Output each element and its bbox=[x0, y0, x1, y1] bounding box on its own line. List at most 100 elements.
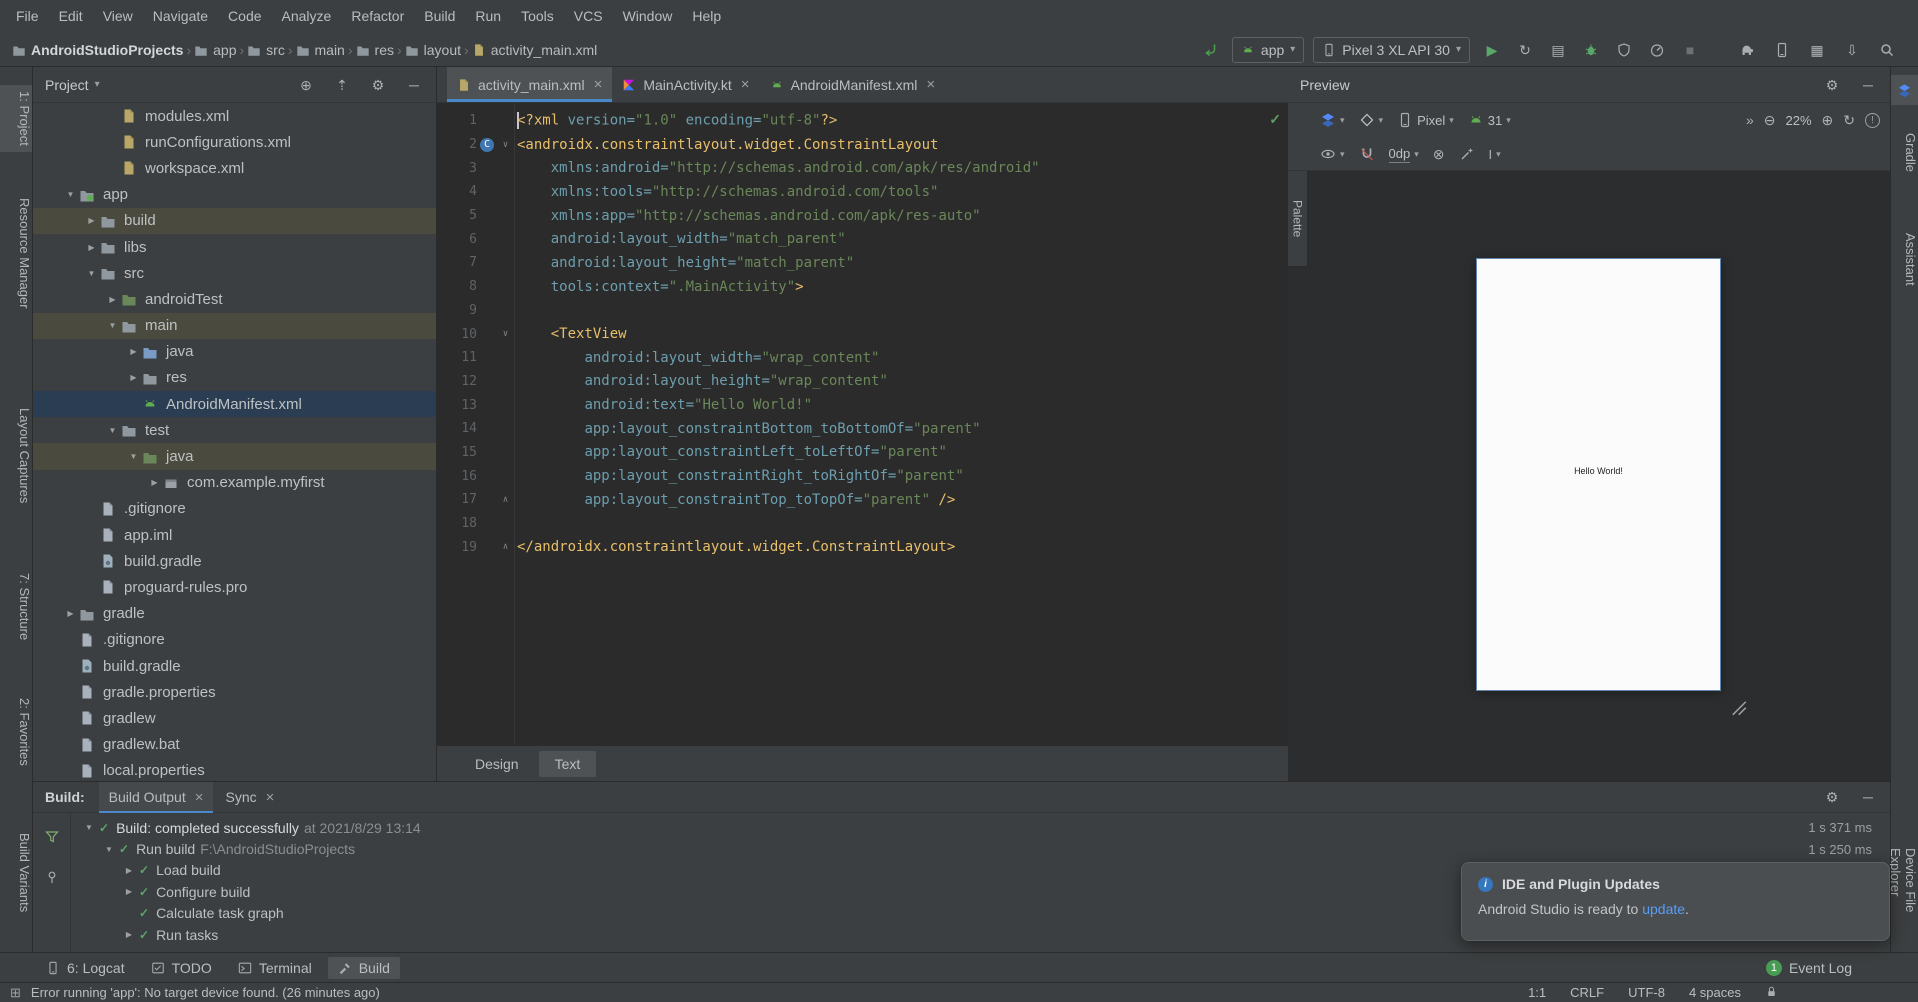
toolwindow-logcat[interactable]: 6: Logcat bbox=[36, 957, 135, 979]
menu-run[interactable]: Run bbox=[465, 0, 511, 33]
tree-item-build.gradle[interactable]: build.gradle bbox=[33, 548, 436, 574]
menu-vcs[interactable]: VCS bbox=[564, 0, 613, 33]
strip-build-variants[interactable]: Build Variants bbox=[0, 827, 32, 918]
tree-item-libs[interactable]: ▶ libs bbox=[33, 234, 436, 260]
settings-icon[interactable]: ⚙ bbox=[1822, 785, 1842, 809]
crumb-layout[interactable]: layout bbox=[405, 42, 461, 58]
tree-item-.gitignore[interactable]: .gitignore bbox=[33, 496, 436, 522]
design-surface[interactable]: Palette Hello World! bbox=[1288, 171, 1890, 781]
build-expand-icon[interactable]: ▶ bbox=[121, 866, 137, 875]
tree-expand-icon[interactable]: ▶ bbox=[83, 243, 100, 252]
build-expand-icon[interactable]: ▶ bbox=[121, 887, 137, 896]
tree-expand-icon[interactable]: ▶ bbox=[125, 347, 142, 356]
strip-assistant[interactable]: Assistant bbox=[1891, 227, 1918, 292]
tree-item-gradle.properties[interactable]: gradle.properties bbox=[33, 679, 436, 705]
orientation-select[interactable]: ▾ bbox=[1359, 112, 1383, 128]
run-button[interactable]: ▶ bbox=[1479, 38, 1505, 62]
strip-7-structure[interactable]: 7: Structure bbox=[0, 567, 32, 646]
tree-expand-icon[interactable]: ▼ bbox=[104, 321, 121, 330]
palette-tab[interactable]: Palette bbox=[1288, 171, 1308, 267]
debug-button[interactable] bbox=[1578, 38, 1604, 62]
tree-expand-icon[interactable]: ▶ bbox=[125, 373, 142, 382]
tree-item-workspace.xml[interactable]: workspace.xml bbox=[33, 155, 436, 181]
code-editor[interactable]: 1 <?xml version="1.0" encoding="utf-8"?> 2… bbox=[437, 103, 1288, 745]
clear-constraints-button[interactable]: ⊗ bbox=[1433, 147, 1445, 161]
fold-marker[interactable]: ∨ bbox=[497, 329, 514, 339]
mode-tab-design[interactable]: Design bbox=[459, 751, 535, 777]
tree-item-java[interactable]: ▼ java bbox=[33, 443, 436, 470]
hide-panel-button[interactable]: ─ bbox=[404, 73, 424, 97]
tree-item-build.gradle[interactable]: build.gradle bbox=[33, 653, 436, 679]
pin-button[interactable] bbox=[39, 865, 65, 889]
menu-tools[interactable]: Tools bbox=[511, 0, 564, 33]
file-lock-indicator[interactable] bbox=[1765, 985, 1778, 1001]
tree-item-main[interactable]: ▼ main bbox=[33, 312, 436, 339]
fold-marker[interactable]: ∨ bbox=[497, 140, 514, 150]
toolwindow-todo[interactable]: TODO bbox=[141, 957, 222, 979]
fold-marker[interactable]: ∧ bbox=[497, 495, 514, 505]
crumb-androidstudioprojects[interactable]: AndroidStudioProjects bbox=[12, 42, 183, 58]
menu-edit[interactable]: Edit bbox=[49, 0, 93, 33]
tree-item-java[interactable]: ▶ java bbox=[33, 339, 436, 365]
view-options-select[interactable]: ▾ bbox=[1320, 146, 1345, 162]
device-canvas[interactable]: Hello World! bbox=[1476, 258, 1721, 691]
profiler-button[interactable] bbox=[1644, 38, 1670, 62]
zoom-out-button[interactable]: ⊖ bbox=[1764, 113, 1776, 127]
tree-item-app.iml[interactable]: app.iml bbox=[33, 522, 436, 548]
run-config-select[interactable]: app ▾ bbox=[1231, 36, 1305, 63]
close-icon[interactable]: × bbox=[594, 76, 603, 93]
tree-item-proguard-rules.pro[interactable]: proguard-rules.pro bbox=[33, 574, 436, 600]
caret-position-widget[interactable]: 1:1 bbox=[1528, 985, 1546, 1000]
tree-item-androidmanifest.xml[interactable]: AndroidManifest.xml bbox=[33, 391, 436, 418]
tree-item-local.properties[interactable]: local.properties bbox=[33, 758, 436, 781]
preview-device-select[interactable]: Pixel ▾ bbox=[1397, 112, 1454, 128]
crumb-app[interactable]: app bbox=[194, 42, 236, 58]
strip-resource-manager[interactable]: Resource Manager bbox=[0, 192, 32, 315]
tree-item-test[interactable]: ▼ test bbox=[33, 417, 436, 443]
render-issues-button[interactable]: ! bbox=[1865, 112, 1880, 128]
close-icon[interactable]: × bbox=[195, 789, 204, 806]
tree-expand-icon[interactable]: ▶ bbox=[146, 478, 163, 487]
stop-button[interactable]: ■ bbox=[1677, 38, 1703, 62]
hide-panel-button[interactable]: ─ bbox=[1858, 785, 1878, 809]
sync-gradle-button[interactable] bbox=[1734, 38, 1760, 62]
build-expand-icon[interactable]: ▶ bbox=[121, 930, 137, 939]
build-row[interactable]: ▼ ✓ Run build F:\AndroidStudioProjects 1 s … bbox=[71, 838, 1890, 859]
coverage-button[interactable] bbox=[1611, 38, 1637, 62]
encoding-widget[interactable]: UTF-8 bbox=[1628, 985, 1665, 1000]
apply-changes-button[interactable]: ↻ bbox=[1512, 38, 1538, 62]
tree-item-gradlew.bat[interactable]: gradlew.bat bbox=[33, 732, 436, 758]
autoconnect-toggle[interactable] bbox=[1359, 146, 1375, 162]
tree-expand-icon[interactable]: ▼ bbox=[125, 452, 142, 461]
menu-view[interactable]: View bbox=[93, 0, 143, 33]
strip-1-project[interactable]: 1: Project bbox=[0, 85, 32, 152]
overflow-actions-button[interactable]: » bbox=[1746, 113, 1754, 127]
menu-analyze[interactable]: Analyze bbox=[272, 0, 342, 33]
tree-item-com.example.myfirst[interactable]: ▶ com.example.myfirst bbox=[33, 470, 436, 496]
profile-app-button[interactable]: ▤ bbox=[1545, 38, 1571, 62]
tree-item-runconfigurations.xml[interactable]: runConfigurations.xml bbox=[33, 129, 436, 155]
fold-marker[interactable]: ∧ bbox=[497, 542, 514, 552]
gutter-class-icon[interactable]: C bbox=[480, 137, 494, 152]
tree-expand-icon[interactable]: ▼ bbox=[62, 190, 79, 199]
tree-item-.gitignore[interactable]: .gitignore bbox=[33, 627, 436, 653]
build-expand-icon[interactable]: ▼ bbox=[101, 845, 117, 854]
default-margin-select[interactable]: 0dp ▾ bbox=[1388, 146, 1419, 163]
editor-tab-activity_main.xml[interactable]: activity_main.xml × bbox=[447, 67, 613, 102]
build-row[interactable]: ▼ ✓ Build: completed successfully at 2021/… bbox=[71, 817, 1890, 838]
search-everywhere-button[interactable] bbox=[1874, 38, 1900, 62]
toolwindow-terminal[interactable]: Terminal bbox=[228, 957, 322, 979]
update-link[interactable]: update bbox=[1642, 901, 1685, 917]
build-tab-build-output[interactable]: Build Output × bbox=[98, 781, 214, 813]
device-manager-button[interactable] bbox=[1769, 38, 1795, 62]
tree-item-build[interactable]: ▶ build bbox=[33, 207, 436, 234]
tool-window-switcher[interactable]: ⊞ bbox=[10, 985, 21, 1000]
tree-item-res[interactable]: ▶ res bbox=[33, 365, 436, 391]
strip-device-file-explorer[interactable]: Device File Explorer bbox=[1888, 842, 1918, 952]
close-icon[interactable]: × bbox=[741, 76, 750, 93]
infer-constraints-button[interactable] bbox=[1459, 146, 1475, 162]
design-surface-select[interactable]: ▾ bbox=[1320, 112, 1345, 128]
menu-refactor[interactable]: Refactor bbox=[341, 0, 414, 33]
strip-layout-captures[interactable]: Layout Captures bbox=[0, 402, 32, 509]
zoom-to-fit-button[interactable]: ↻ bbox=[1843, 113, 1855, 127]
